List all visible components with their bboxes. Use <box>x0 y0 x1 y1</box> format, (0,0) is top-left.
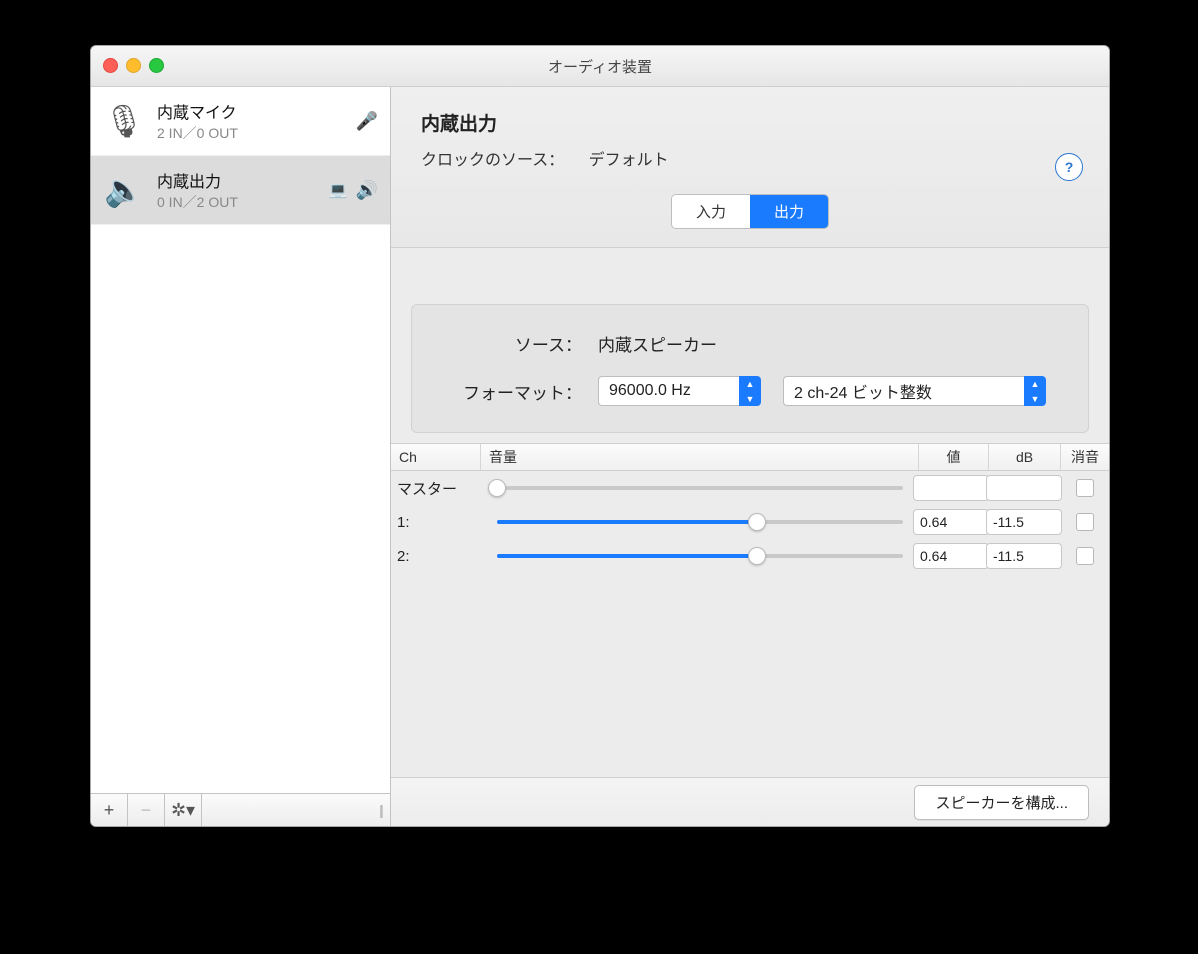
volume-slider[interactable] <box>497 554 903 558</box>
bit-depth-combo[interactable]: 2 ch-24 ビット整数 ▲▼ <box>783 376 1046 406</box>
default-input-icon: 🎤 <box>356 111 378 132</box>
bit-depth-value: 2 ch-24 ビット整数 <box>783 376 1024 406</box>
tab-input[interactable]: 入力 <box>672 195 750 228</box>
stepper-icon[interactable]: ▲▼ <box>1024 376 1046 406</box>
channel-label: 1: <box>391 514 487 531</box>
table-row: 1: 0.64-11.5 <box>391 505 1109 539</box>
db-field[interactable] <box>986 475 1062 501</box>
device-sidebar: 🎙 内蔵マイク2 IN／0 OUT 🎤 🔈 内蔵出力0 IN／2 OUT 💻 🔊 + − ✲… <box>91 87 391 826</box>
table-row: マスター <box>391 471 1109 505</box>
mute-checkbox[interactable] <box>1076 513 1094 531</box>
remove-device-button[interactable]: − <box>128 794 165 826</box>
source-label: ソース： <box>432 331 598 356</box>
value-field[interactable]: 0.64 <box>913 509 989 535</box>
sample-rate-value: 96000.0 Hz <box>598 376 739 406</box>
device-io: 0 IN／2 OUT <box>157 192 317 212</box>
col-volume: 音量 <box>481 444 919 470</box>
channel-table: Ch 音量 値 dB 消音 マスター1:0.64-11.52:0.64-11.5 <box>391 443 1109 573</box>
format-label: フォーマット： <box>432 379 598 404</box>
detail-footer: スピーカーを構成... <box>391 777 1109 826</box>
tab-output[interactable]: 出力 <box>750 195 828 228</box>
db-field[interactable]: -11.5 <box>986 543 1062 569</box>
format-panel: ソース： 内蔵スピーカー フォーマット： 96000.0 Hz ▲▼ 2 ch-… <box>411 304 1089 433</box>
detail-header: 内蔵出力 クロックのソース： デフォルト ? 入力 出力 <box>391 87 1109 248</box>
stepper-icon[interactable]: ▲▼ <box>739 376 761 406</box>
device-name: 内蔵マイク <box>157 99 344 123</box>
channel-label: 2: <box>391 548 487 565</box>
io-tab-control: 入力 出力 <box>671 194 829 229</box>
default-output-icon: 🔊 <box>356 180 378 201</box>
device-name: 内蔵出力 <box>157 168 317 192</box>
close-icon[interactable] <box>103 58 118 73</box>
speaker-icon: 🔈 <box>103 169 145 211</box>
value-field[interactable]: 0.64 <box>913 543 989 569</box>
volume-slider[interactable] <box>497 486 903 490</box>
minimize-icon[interactable] <box>126 58 141 73</box>
device-title: 内蔵出力 <box>421 109 1079 136</box>
microphone-icon: 🎙 <box>103 100 145 142</box>
col-channel: Ch <box>391 444 481 470</box>
system-output-icon: 💻 <box>329 181 348 199</box>
add-device-button[interactable]: + <box>91 794 128 826</box>
window-title: オーディオ装置 <box>548 56 652 77</box>
col-value: 値 <box>919 444 989 470</box>
window: オーディオ装置 🎙内蔵マイク2 IN／0 OUT🎤🔈内蔵出力0 IN／2 OUT… <box>90 45 1110 827</box>
device-io: 2 IN／0 OUT <box>157 123 344 143</box>
channel-label: マスター <box>391 478 487 499</box>
resize-grip-icon[interactable]: ||| <box>370 794 390 826</box>
sample-rate-combo[interactable]: 96000.0 Hz ▲▼ <box>598 376 761 406</box>
gear-menu-button[interactable]: ✲▾ <box>165 794 202 826</box>
value-field[interactable] <box>913 475 989 501</box>
sidebar-footer: + − ✲▾ ||| <box>91 793 390 826</box>
mute-checkbox[interactable] <box>1076 547 1094 565</box>
db-field[interactable]: -11.5 <box>986 509 1062 535</box>
device-list-item[interactable]: 🔈 内蔵出力0 IN／2 OUT 💻 🔊 <box>91 156 390 225</box>
clock-source-label: クロックのソース： <box>421 152 564 169</box>
table-row: 2: 0.64-11.5 <box>391 539 1109 573</box>
help-button[interactable]: ? <box>1055 153 1083 181</box>
device-list-item[interactable]: 🎙 内蔵マイク2 IN／0 OUT 🎤 <box>91 87 390 156</box>
col-mute: 消音 <box>1061 444 1109 470</box>
titlebar: オーディオ装置 <box>91 46 1109 87</box>
volume-slider[interactable] <box>497 520 903 524</box>
configure-speakers-button[interactable]: スピーカーを構成... <box>914 785 1089 820</box>
mute-checkbox[interactable] <box>1076 479 1094 497</box>
col-db: dB <box>989 444 1061 470</box>
zoom-icon[interactable] <box>149 58 164 73</box>
table-header: Ch 音量 値 dB 消音 <box>391 444 1109 471</box>
clock-source-value: デフォルト <box>589 152 669 169</box>
source-value: 内蔵スピーカー <box>598 331 717 356</box>
